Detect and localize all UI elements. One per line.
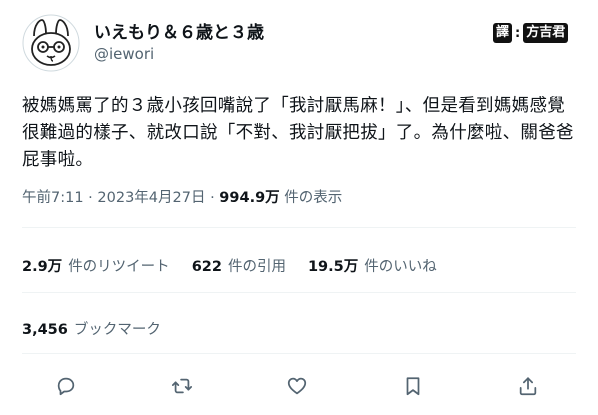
tweet-text: 被媽媽罵了的３歳小孩回嘴說了「我討厭馬麻！」、但是看到媽媽感覺很難過的樣子、就改… [22, 96, 574, 170]
watermark-separator: : [515, 25, 521, 41]
user-handle[interactable]: @iewori [94, 45, 154, 63]
watermark-left: 譯 [493, 23, 513, 43]
bookmarks-count: 3,456 [22, 322, 68, 338]
quotes-label: 件の引用 [227, 259, 286, 275]
display-name[interactable]: いえもり＆６歳と３歳 [94, 18, 264, 43]
tweet-stats: 2.9万 件のリツイート 622 件の引用 19.5万 件のいいね [22, 255, 437, 276]
tweet-meta: 午前7:11 · 2023年4月27日 · 994.9万 件の表示 [22, 186, 342, 207]
retweet-button[interactable] [168, 372, 196, 400]
share-icon [519, 377, 537, 396]
bookmark-icon [406, 377, 419, 396]
reply-button[interactable] [52, 372, 80, 400]
avatar[interactable] [22, 14, 80, 72]
like-icon [287, 377, 307, 395]
share-button[interactable] [514, 372, 542, 400]
like-button[interactable] [283, 372, 311, 400]
quotes-count: 622 [191, 259, 222, 275]
likes-count: 19.5万 [307, 259, 359, 275]
bookmark-button[interactable] [399, 372, 427, 400]
likes-stat[interactable]: 19.5万 件のいいね [308, 255, 437, 276]
reply-icon [57, 377, 75, 396]
action-bar [52, 372, 542, 400]
retweet-icon [171, 378, 192, 394]
translator-watermark: 譯 : 方吉君 [493, 22, 577, 44]
watermark-right: 方吉君 [523, 23, 569, 43]
divider [22, 292, 576, 293]
tweet-time[interactable]: 午前7:11 [22, 190, 84, 206]
retweets-label: 件のリツイート [68, 259, 170, 275]
views-count: 994.9万 [219, 190, 280, 206]
meta-dot: · [88, 190, 98, 206]
divider [22, 353, 576, 354]
views-label: 件の表示 [284, 190, 343, 206]
quotes-stat[interactable]: 622 件の引用 [192, 255, 286, 276]
retweets-stat[interactable]: 2.9万 件のリツイート [22, 255, 170, 276]
likes-label: 件のいいね [364, 259, 437, 275]
divider [22, 227, 576, 228]
bookmarks-stat[interactable]: 3,456 ブックマーク [22, 318, 161, 339]
bookmarks-label: ブックマーク [73, 322, 161, 338]
retweets-count: 2.9万 [22, 259, 63, 275]
meta-dot: · [210, 190, 220, 206]
tweet-date[interactable]: 2023年4月27日 [97, 190, 205, 206]
